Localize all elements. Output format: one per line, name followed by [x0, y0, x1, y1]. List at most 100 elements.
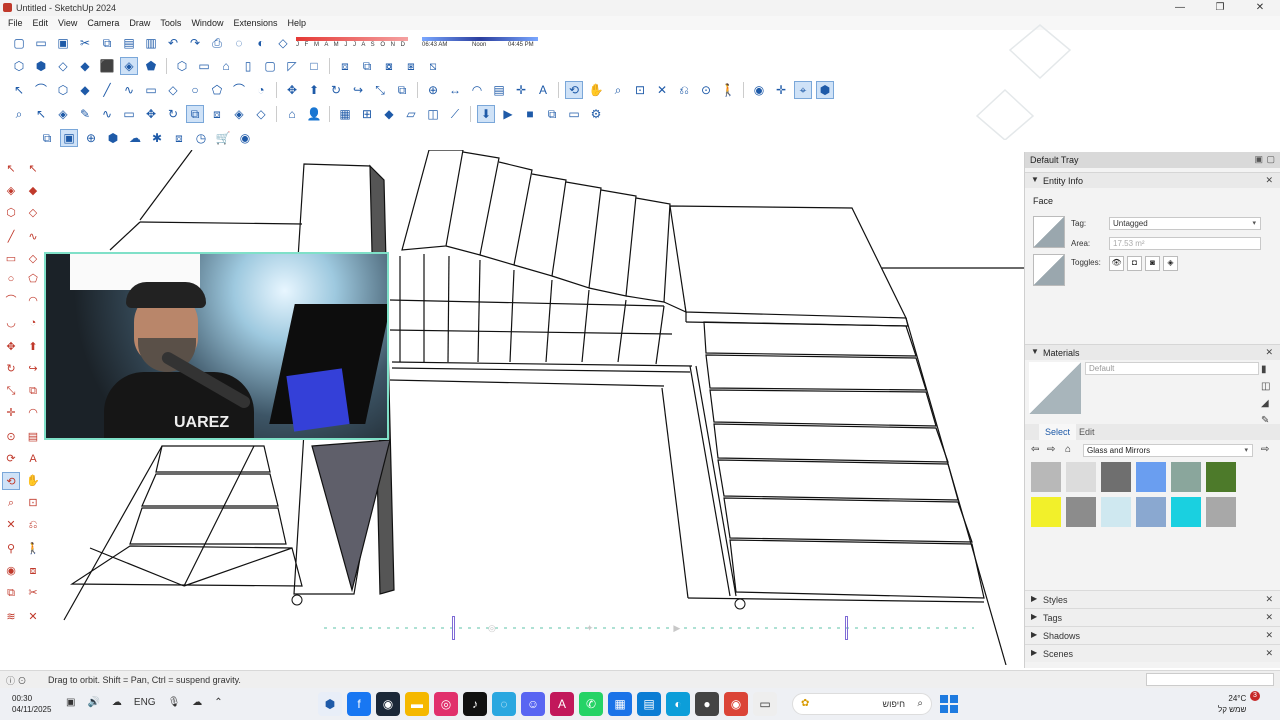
maximize-button[interactable]: ❐	[1200, 0, 1240, 16]
lt-lookaround-icon[interactable]: ⧈	[24, 562, 42, 580]
clock-icon[interactable]: ◷	[192, 129, 210, 147]
receive-shadows-icon[interactable]: ◘	[1127, 256, 1142, 271]
smoove-icon[interactable]: ◇	[252, 105, 270, 123]
move2-icon[interactable]: ✥	[142, 105, 160, 123]
material-swatch[interactable]	[1136, 497, 1166, 527]
lt-rect-icon[interactable]: ▭	[2, 250, 20, 268]
crosshair-icon[interactable]: ✛	[772, 81, 790, 99]
menu-edit[interactable]: Edit	[29, 16, 53, 30]
scale-icon[interactable]: ⤡	[371, 81, 389, 99]
circle-icon[interactable]: ○	[186, 81, 204, 99]
lt-polygon-icon[interactable]: ⬠	[24, 270, 42, 288]
new-file-icon[interactable]: ▢	[10, 34, 28, 52]
front-view-icon[interactable]: ⌂	[217, 57, 235, 75]
material-swatch[interactable]	[1171, 497, 1201, 527]
menu-view[interactable]: View	[54, 16, 81, 30]
orbit-icon[interactable]: ⟲	[565, 81, 583, 99]
right-view-icon[interactable]: ▯	[239, 57, 257, 75]
styles-panel-header[interactable]: ▶ Styles ✕	[1025, 590, 1280, 608]
notification-icon[interactable]: ▣	[66, 697, 75, 708]
pan-icon[interactable]: ✋	[587, 81, 605, 99]
tags-panel-header[interactable]: ▶ Tags ✕	[1025, 608, 1280, 626]
shaded-icon[interactable]: ⬛	[98, 57, 116, 75]
rotated-rect-icon[interactable]: ◇	[164, 81, 182, 99]
polygon-icon[interactable]: ⬠	[208, 81, 226, 99]
taskbar-search[interactable]: ✿ חיפוש ⌕	[792, 693, 932, 715]
scene-tool-icon[interactable]: ⬇	[477, 105, 495, 123]
material-name-field[interactable]: Default	[1085, 362, 1259, 375]
rotate-icon[interactable]: ↻	[327, 81, 345, 99]
menu-window[interactable]: Window	[187, 16, 227, 30]
paste-icon[interactable]: ▤	[120, 34, 138, 52]
hidden-line-icon[interactable]: ◆	[76, 57, 94, 75]
eraser-icon[interactable]: ◆	[76, 81, 94, 99]
add-detail-icon[interactable]: ◫	[424, 105, 442, 123]
look-around-icon[interactable]: ◉	[750, 81, 768, 99]
lt-freehand-icon[interactable]: ∿	[24, 228, 42, 246]
component-options-icon[interactable]: ⧉	[543, 105, 561, 123]
section-plane-icon[interactable]: ⧈	[336, 57, 354, 75]
whatsapp-app-icon[interactable]: ✆	[579, 692, 603, 716]
library-details-icon[interactable]: ⇨	[1261, 444, 1269, 455]
scenes-close-icon[interactable]: ✕	[1265, 648, 1273, 659]
back-arrow-icon[interactable]: ⇦	[1031, 444, 1039, 455]
section-cuts-icon[interactable]: ⧇	[380, 57, 398, 75]
fog-icon[interactable]: ◇	[274, 34, 292, 52]
lt-layers-icon[interactable]: ⧉	[2, 584, 20, 602]
steam-app-icon[interactable]: ◉	[376, 692, 400, 716]
lt-scale-icon[interactable]: ⤡	[2, 382, 20, 400]
mic-icon[interactable]: 🎙	[168, 697, 181, 708]
forward-arrow-icon[interactable]: ⇨	[1047, 444, 1055, 455]
file-explorer-icon[interactable]: ▬	[405, 692, 429, 716]
tray-close-icon[interactable]: ▢	[1266, 154, 1275, 165]
entity-info-header[interactable]: ▼ Entity Info ✕	[1025, 172, 1280, 188]
shadows-toggle-icon[interactable]: ◐	[252, 34, 270, 52]
inference-lock-icon[interactable]: ⌖	[794, 81, 812, 99]
visibility-toggle-icon[interactable]: 👁	[1109, 256, 1124, 271]
media-app-icon[interactable]: ●	[695, 692, 719, 716]
undo-icon[interactable]: ↶	[164, 34, 182, 52]
discord-app-icon[interactable]: ☺	[521, 692, 545, 716]
lt-circle-icon[interactable]: ○	[2, 270, 20, 288]
zoom-window-icon[interactable]: ⊡	[631, 81, 649, 99]
lt-pushpull-icon[interactable]: ⬆	[24, 338, 42, 356]
material-swatch[interactable]	[1031, 497, 1061, 527]
lt-zoomext-icon[interactable]: ✕	[2, 516, 20, 534]
measurements-box[interactable]	[1146, 673, 1274, 686]
lt-pan-icon[interactable]: ✋	[24, 472, 42, 490]
pie-icon[interactable]: ◔	[252, 81, 270, 99]
menu-file[interactable]: File	[4, 16, 27, 30]
volume-icon[interactable]: 🔊	[87, 697, 99, 708]
cut-icon[interactable]: ✂	[76, 34, 94, 52]
front-material-swatch[interactable]	[1033, 216, 1065, 248]
materials-close-icon[interactable]: ✕	[1265, 347, 1273, 358]
account-icon[interactable]: 👤	[305, 105, 323, 123]
search-icon[interactable]: ⌕	[10, 105, 28, 123]
move-icon[interactable]: ✥	[283, 81, 301, 99]
shadows-close-icon[interactable]: ✕	[1265, 630, 1273, 641]
weather-widget[interactable]: 24°C שמש קל	[1218, 693, 1246, 715]
lt-rotrect-icon[interactable]: ◇	[24, 250, 42, 268]
material-library-icon[interactable]: ◫	[1261, 381, 1270, 392]
lt-protractor-icon[interactable]: ◠	[24, 404, 42, 422]
push-pull-icon[interactable]: ⬆	[305, 81, 323, 99]
left-view-icon[interactable]: ◸	[283, 57, 301, 75]
freehand2-icon[interactable]: ∿	[98, 105, 116, 123]
monochrome-icon[interactable]: ⬟	[142, 57, 160, 75]
sandbox-icon[interactable]: ⧈	[208, 105, 226, 123]
protractor-icon[interactable]: ◠	[468, 81, 486, 99]
axes-icon[interactable]: ✛	[512, 81, 530, 99]
tag-select[interactable]: Untagged ▾	[1109, 217, 1261, 230]
outliner-icon[interactable]: ▣	[60, 129, 78, 147]
top-view-icon[interactable]: ▭	[195, 57, 213, 75]
flatten-icon[interactable]: ◆	[380, 105, 398, 123]
cast-shadows-icon[interactable]: ◙	[1145, 256, 1160, 271]
sketchup-app-icon[interactable]: ⬢	[318, 692, 342, 716]
paint-bucket-icon[interactable]: ◈	[54, 105, 72, 123]
3d-text-icon[interactable]: A	[534, 81, 552, 99]
zoom-extents-icon[interactable]: ✕	[653, 81, 671, 99]
add-location-icon[interactable]: ⊕	[82, 129, 100, 147]
lasso-icon[interactable]: ⌒	[32, 81, 50, 99]
calculator-app-icon[interactable]: ▦	[608, 692, 632, 716]
browser-icon[interactable]: ▭	[565, 105, 583, 123]
